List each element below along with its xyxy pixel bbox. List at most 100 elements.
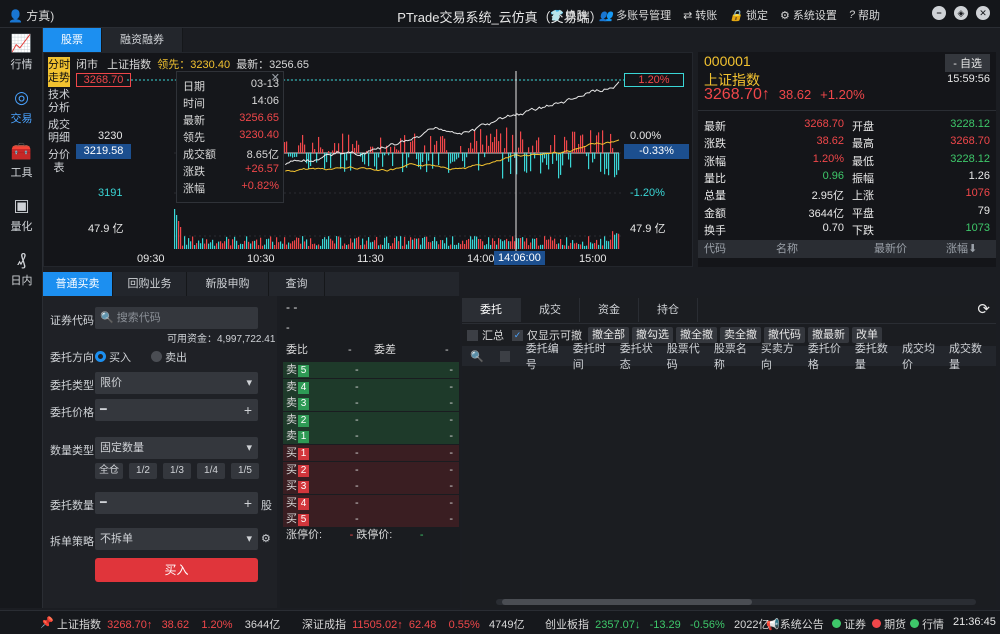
restore-button[interactable]: ◈ <box>954 6 968 20</box>
quote-field: 最低 <box>852 155 874 168</box>
volume-bar <box>384 237 386 249</box>
volume-bar <box>330 238 332 249</box>
qty-stepper[interactable]: ━ + <box>95 492 258 514</box>
toolbox-icon: 🧰 <box>10 142 33 161</box>
delta-bar <box>436 140 438 153</box>
search-icon[interactable]: 🔍 <box>470 350 484 363</box>
quote-field: 金额 <box>704 207 726 220</box>
horizontal-scrollbar[interactable] <box>496 599 976 605</box>
bid-row[interactable]: 买1-- <box>283 445 459 461</box>
volume-bar <box>286 244 288 249</box>
delta-bar <box>470 142 472 153</box>
tab-query[interactable]: 查询 <box>269 272 325 296</box>
volume-bar <box>604 236 606 249</box>
sidebar-item-tools[interactable]: 🧰 工具 <box>0 142 43 180</box>
volume-bar <box>440 240 442 249</box>
y-right-top: 1.20% <box>624 73 684 87</box>
close-button[interactable]: ✕ <box>976 6 990 20</box>
bid-row[interactable]: 买3-- <box>283 478 459 495</box>
pin-icon[interactable]: 📌 <box>40 616 54 629</box>
only-cancel-checkbox[interactable]: ✓ <box>512 329 523 341</box>
menu-lock[interactable]: 🔒 锁定 <box>729 7 768 23</box>
top-tabs: 股票 融资融券 <box>43 28 183 52</box>
delta-bar <box>570 153 572 168</box>
volume-bar <box>380 244 382 249</box>
qty-quarter-button[interactable]: 1/4 <box>197 463 225 479</box>
minus-icon[interactable]: ━ <box>100 404 107 416</box>
delta-bar <box>410 141 412 153</box>
menu-help[interactable]: ? 帮助 <box>849 7 880 23</box>
system-notice[interactable]: 📢系统公告 <box>766 616 824 632</box>
qty-third-button[interactable]: 1/3 <box>163 463 191 479</box>
dropdown-icon: ▾ <box>246 533 252 545</box>
ask-row[interactable]: 卖5-- <box>283 362 459 378</box>
code-search-input[interactable]: 🔍 搜索代码 <box>95 307 258 329</box>
tab-funds[interactable]: 资金 <box>580 298 639 322</box>
plus-icon[interactable]: + <box>244 492 252 514</box>
refresh-icon[interactable]: ⟳ <box>977 300 990 318</box>
ask-row[interactable]: 卖2-- <box>283 411 459 428</box>
sell-radio[interactable]: 卖出 <box>151 349 187 365</box>
bid-row[interactable]: 买4-- <box>283 494 459 511</box>
qty-half-button[interactable]: 1/2 <box>129 463 157 479</box>
sidebar-item-intraday[interactable]: ₰ 日内 <box>0 250 43 288</box>
volume-bar <box>402 245 404 249</box>
delta-bar <box>498 141 500 153</box>
tab-stock[interactable]: 股票 <box>43 28 102 52</box>
submit-buy-button[interactable]: 买入 <box>95 558 258 582</box>
qty-type-select[interactable]: 固定数量 ▾ <box>95 437 258 459</box>
volume-bar <box>420 244 422 249</box>
watchlist-button[interactable]: - 自选 <box>945 54 990 72</box>
tab-repo[interactable]: 回购业务 <box>113 272 187 296</box>
summary-checkbox[interactable] <box>467 329 478 341</box>
menu-transfer[interactable]: ⇄ 转账 <box>683 7 717 23</box>
volume-bar <box>276 237 278 249</box>
volume-bar <box>256 239 258 249</box>
volume-bar <box>248 241 250 249</box>
sidebar-item-quant[interactable]: ▣ 量化 <box>0 196 43 234</box>
tab-margin[interactable]: 融资融券 <box>102 28 183 52</box>
ask-row[interactable]: 卖4-- <box>283 378 459 395</box>
sidebar-item-trade[interactable]: ◎ 交易 <box>0 88 43 126</box>
split-select[interactable]: 不拆单 ▾ <box>95 528 258 550</box>
price-stepper[interactable]: ━ + <box>95 399 258 421</box>
y-left-cross: 3219.58 <box>76 144 131 159</box>
buy-radio[interactable]: 买入 <box>95 349 131 365</box>
volume-bar <box>530 242 532 249</box>
tab-normal-trade[interactable]: 普通买卖 <box>43 272 113 296</box>
select-all-checkbox[interactable] <box>499 350 510 362</box>
status-cy[interactable]: 创业板指 2357.07↓ -13.29 -0.56% 2022亿 <box>545 616 769 632</box>
ask-row[interactable]: 卖1-- <box>283 428 459 445</box>
clock: 21:36:45 <box>953 616 996 628</box>
menu-multi-account[interactable]: 👥 多账号管理 <box>599 7 671 23</box>
menu-settings[interactable]: ⚙ 系统设置 <box>780 7 837 23</box>
qty-fifth-button[interactable]: 1/5 <box>231 463 259 479</box>
volume-bar <box>416 238 418 249</box>
status-sh[interactable]: 上证指数 3268.70↑ 38.62 1.20% 3644亿 <box>57 616 280 632</box>
tab-entrust[interactable]: 委托 <box>462 298 521 322</box>
sidebar-item-market[interactable]: 📈 行情 <box>0 34 43 72</box>
volume-bar <box>538 245 540 249</box>
menu-skin[interactable]: 👕 换肤 <box>549 7 588 23</box>
plus-icon[interactable]: + <box>244 399 252 421</box>
intraday-chart[interactable]: 分时走势 技术分析 成交明细 分价表 闭市 上证指数 领先：3230.40 最新… <box>43 52 693 267</box>
tab-ipo[interactable]: 新股申购 <box>187 272 269 296</box>
bid-row[interactable]: 买5-- <box>283 511 459 528</box>
delta-bar <box>614 153 616 178</box>
minus-icon[interactable]: ━ <box>100 497 107 509</box>
status-sz[interactable]: 深证成指 11505.02↑ 62.48 0.55% 4749亿 <box>302 616 524 632</box>
delta-bar <box>428 153 430 161</box>
split-gear-icon[interactable]: ⚙ <box>261 532 271 545</box>
book-ratio-row: 委比 - 委差 - <box>286 344 449 356</box>
tab-deals[interactable]: 成交 <box>521 298 580 322</box>
delta-bar <box>388 153 390 156</box>
minimize-button[interactable]: − <box>932 6 946 20</box>
tab-positions[interactable]: 持仓 <box>639 298 698 322</box>
volume-bar <box>608 241 610 249</box>
ask-row[interactable]: 卖3-- <box>283 395 459 412</box>
bid-row[interactable]: 买2-- <box>283 461 459 478</box>
order-type-select[interactable]: 限价 ▾ <box>95 372 258 394</box>
quote-value: 0.70 <box>822 221 844 234</box>
sort-pct-header[interactable]: 涨幅⬇ <box>946 240 977 258</box>
qty-all-button[interactable]: 全仓 <box>95 463 123 479</box>
